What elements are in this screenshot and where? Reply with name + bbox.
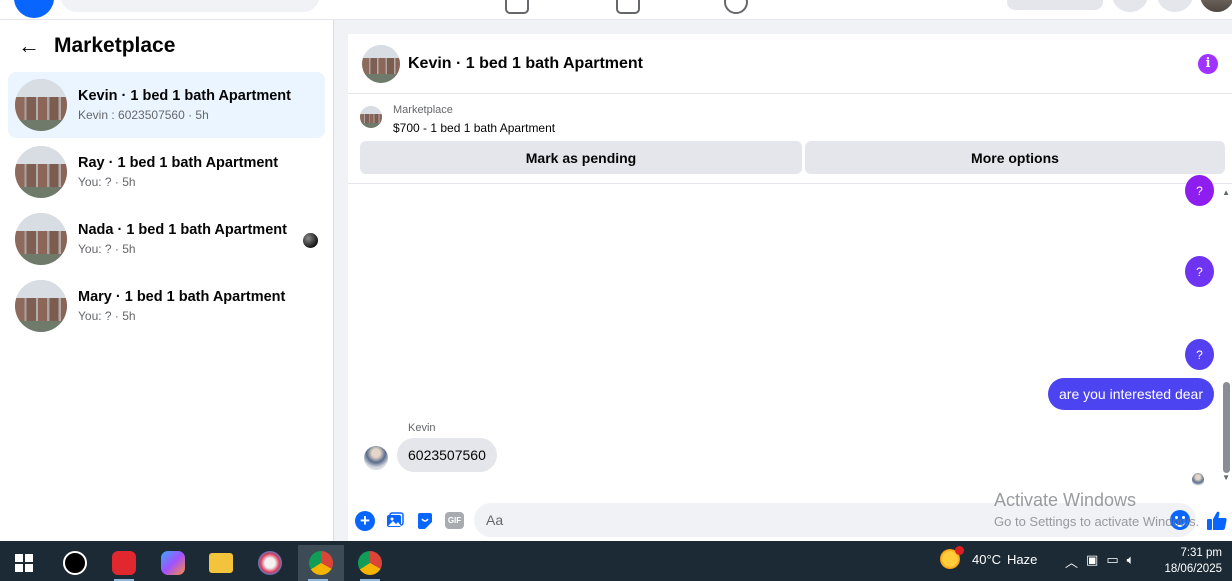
nav-menu-icon[interactable] xyxy=(1112,0,1148,12)
sender-avatar[interactable] xyxy=(364,446,388,470)
conversation-item-mary[interactable]: Mary · 1 bed 1 bath Apartment You: ? · 5… xyxy=(8,273,325,339)
clock-date: 18/06/2025 xyxy=(1164,563,1222,575)
network-icon[interactable]: ▭ xyxy=(1106,552,1118,571)
volume-icon[interactable]: 🔈︎ xyxy=(1127,552,1135,571)
outgoing-message-bubble[interactable]: ? xyxy=(1185,175,1214,206)
conversation-list: Kevin · 1 bed 1 bath Apartment Kevin : 6… xyxy=(0,72,333,339)
listing-thumbnail xyxy=(15,146,67,198)
app-icon xyxy=(112,551,136,575)
listing-source-label: Marketplace xyxy=(393,104,453,116)
weather-sun-icon xyxy=(940,546,964,569)
chevron-up-icon[interactable]: ︿ xyxy=(1065,552,1078,571)
scrollbar-thumb[interactable] xyxy=(1223,382,1230,473)
conversation-item-nada[interactable]: Nada · 1 bed 1 bath Apartment You: ? · 5… xyxy=(8,206,325,272)
tiktok-icon xyxy=(63,551,87,575)
nav-search-box[interactable] xyxy=(60,0,320,12)
scroll-up-arrow-icon[interactable]: ▲ xyxy=(1222,188,1230,197)
listing-thumbnail-small[interactable] xyxy=(360,106,382,128)
conversation-title: Nada · 1 bed 1 bath Apartment xyxy=(78,222,287,238)
message-input[interactable] xyxy=(474,503,1196,537)
read-receipt-avatar xyxy=(1192,473,1204,487)
conversation-preview: You: ? · 5h xyxy=(78,242,136,256)
sidebar-header: ← Marketplace xyxy=(0,20,333,72)
conversation-preview: You: ? · 5h xyxy=(78,175,136,189)
weather-condition: Haze xyxy=(1007,551,1038,567)
clock-time: 7:31 pm xyxy=(1180,547,1222,559)
chat-header-title[interactable]: Kevin · 1 bed 1 bath Apartment xyxy=(408,55,643,73)
listing-thumbnail xyxy=(15,213,67,265)
listing-thumbnail xyxy=(15,79,67,131)
info-icon[interactable]: i xyxy=(1198,54,1218,74)
folder-icon xyxy=(209,553,233,573)
sticker-icon[interactable] xyxy=(415,511,435,531)
outgoing-message-bubble[interactable]: are you interested dear xyxy=(1048,378,1214,410)
paint-icon xyxy=(258,551,282,575)
scroll-down-arrow-icon[interactable]: ▼ xyxy=(1222,473,1230,482)
chat-panel: Kevin · 1 bed 1 bath Apartment i Marketp… xyxy=(348,34,1232,541)
chat-header: Kevin · 1 bed 1 bath Apartment i xyxy=(348,34,1232,94)
weather-widget[interactable]: 40°C Haze xyxy=(940,546,1038,569)
nav-profile-avatar[interactable] xyxy=(1200,0,1232,12)
sidebar-title: Marketplace xyxy=(54,34,176,57)
windows-logo-icon xyxy=(15,554,33,572)
taskbar-app-red[interactable] xyxy=(104,545,144,581)
taskbar-clock[interactable]: 7:31 pm 18/06/2025 xyxy=(1164,545,1222,577)
incoming-message-bubble[interactable]: 6023507560 xyxy=(397,438,497,472)
gif-icon[interactable]: GIF xyxy=(445,512,464,529)
chrome-icon xyxy=(309,551,333,575)
mark-as-pending-button[interactable]: Mark as pending xyxy=(360,141,802,174)
message-thread: ? ? ? are you interested dear Kevin 6023… xyxy=(348,175,1232,499)
nav-marketplace-icon[interactable] xyxy=(505,0,529,14)
chrome-icon xyxy=(358,551,382,575)
outgoing-message-bubble[interactable]: ? xyxy=(1185,339,1214,370)
conversation-title: Kevin · 1 bed 1 bath Apartment xyxy=(78,88,291,104)
windows-taskbar: 40°C Haze ︿ ▣ ▭ 🔈︎ 7:31 pm 18/06/2025 xyxy=(0,541,1232,581)
thumbs-up-icon[interactable] xyxy=(1206,510,1228,532)
sender-name: Kevin xyxy=(408,422,436,434)
weather-temperature: 40°C xyxy=(972,551,1002,567)
plus-icon[interactable]: + xyxy=(355,511,375,531)
more-options-button[interactable]: More options xyxy=(805,141,1225,174)
seen-by-avatar xyxy=(303,233,318,248)
nav-video-icon[interactable] xyxy=(616,0,640,14)
emoji-icon[interactable] xyxy=(1170,510,1190,530)
message-composer: + GIF xyxy=(348,502,1232,541)
chat-header-thumbnail[interactable] xyxy=(362,44,400,83)
conversation-title: Mary · 1 bed 1 bath Apartment xyxy=(78,289,286,305)
conversation-item-kevin[interactable]: Kevin · 1 bed 1 bath Apartment Kevin : 6… xyxy=(8,72,325,138)
photo-icon[interactable] xyxy=(385,511,405,531)
taskbar-chrome-active[interactable] xyxy=(298,545,344,581)
taskbar-chrome-profile[interactable] xyxy=(350,545,390,581)
nav-action-pill[interactable] xyxy=(1007,0,1103,10)
conversation-preview: You: ? · 5h xyxy=(78,309,136,323)
listing-price-title[interactable]: $700 - 1 bed 1 bath Apartment xyxy=(393,121,555,135)
facebook-logo-icon[interactable] xyxy=(14,0,54,18)
conversation-title: Ray · 1 bed 1 bath Apartment xyxy=(78,155,279,171)
start-button[interactable] xyxy=(4,545,44,581)
system-tray: ︿ ▣ ▭ 🔈︎ xyxy=(1065,552,1134,571)
listing-thumbnail xyxy=(15,280,67,332)
taskbar-app-paint[interactable] xyxy=(250,545,290,581)
message-scrollbar[interactable]: ▲ ▼ xyxy=(1220,184,1232,494)
conversation-preview: Kevin : 6023507560 · 5h xyxy=(78,108,209,122)
taskbar-file-explorer[interactable] xyxy=(201,545,241,581)
back-arrow-icon[interactable]: ← xyxy=(18,35,40,57)
copilot-icon xyxy=(161,551,185,575)
top-nav-bar xyxy=(0,0,1232,20)
taskbar-tiktok[interactable] xyxy=(55,545,95,581)
device-icon[interactable]: ▣ xyxy=(1086,552,1098,571)
nav-messenger-icon[interactable] xyxy=(1157,0,1193,12)
outgoing-message-bubble[interactable]: ? xyxy=(1185,256,1214,287)
nav-groups-icon[interactable] xyxy=(724,0,748,14)
taskbar-copilot[interactable] xyxy=(153,545,193,581)
conversation-item-ray[interactable]: Ray · 1 bed 1 bath Apartment You: ? · 5h xyxy=(8,139,325,205)
conversation-sidebar: ← Marketplace Kevin · 1 bed 1 bath Apart… xyxy=(0,20,334,541)
